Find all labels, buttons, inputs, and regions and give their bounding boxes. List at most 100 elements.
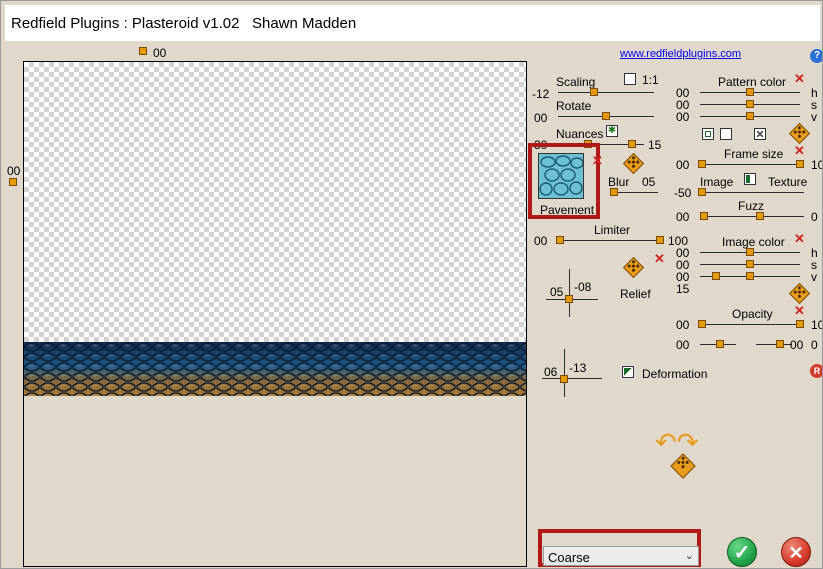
- quality-select[interactable]: Coarse ⌄: [543, 546, 699, 566]
- image-texture-toggle[interactable]: [744, 173, 756, 185]
- pattern-s-slider-knob[interactable]: [746, 100, 754, 108]
- ok-button[interactable]: ✓: [727, 537, 757, 567]
- deform-pad-vertical[interactable]: [564, 349, 565, 397]
- frame-size-slider-track[interactable]: [700, 164, 804, 165]
- preview-left-slider-knob[interactable]: [9, 178, 17, 186]
- opacity2-slider-knob-a[interactable]: [716, 340, 724, 348]
- pattern-v-slider-knob[interactable]: [746, 112, 754, 120]
- relief-y-value: -08: [574, 280, 592, 294]
- image-color-label: Image color: [722, 235, 785, 249]
- mode-option-2-checkbox[interactable]: [720, 128, 732, 140]
- nuances-right-value: 15: [648, 138, 662, 152]
- stone-texture-strip: [24, 342, 526, 396]
- nuances-checkbox[interactable]: ✱: [606, 125, 618, 137]
- color-random-dice-icon[interactable]: [788, 122, 811, 145]
- scaling-slider-knob[interactable]: [590, 88, 598, 96]
- limiter-label: Limiter: [594, 223, 631, 237]
- mode-option-3-checkbox[interactable]: [754, 128, 766, 140]
- opacity2-max-value: 00: [790, 338, 804, 352]
- pattern-v-value: 00: [676, 110, 690, 124]
- image-texture-slider-knob[interactable]: [698, 188, 706, 196]
- fuzz-slider-track[interactable]: [700, 216, 804, 217]
- image-h-slider-knob[interactable]: [746, 248, 754, 256]
- preview-top-slider-knob[interactable]: [139, 47, 147, 55]
- title-bar: Redfield Plugins : Plasteroid v1.02 Shaw…: [5, 5, 820, 41]
- pattern-color-reset-icon[interactable]: ✕: [794, 72, 805, 85]
- fuzz-label: Fuzz: [738, 199, 765, 213]
- image-v-slider-knob-a[interactable]: [712, 272, 720, 280]
- limiter-min-value: 00: [534, 234, 548, 248]
- scaling-value: -12: [532, 87, 550, 101]
- opacity-reset-icon[interactable]: ✕: [794, 304, 805, 317]
- opacity-slider-knob-max[interactable]: [796, 320, 804, 328]
- ratio-1-1-checkbox[interactable]: [624, 73, 636, 85]
- relief-x-value: 05: [550, 285, 564, 299]
- main-panel: 00 00 www.redfieldplugins.com ? Scaling …: [5, 41, 822, 567]
- scaling-slider-track[interactable]: [558, 92, 654, 93]
- quality-select-value: Coarse: [548, 550, 590, 565]
- pattern-color-label: Pattern color: [718, 75, 787, 89]
- undo-redo-arrows-icon[interactable]: ↶↷: [655, 429, 699, 455]
- deform-pad-horizontal[interactable]: [542, 378, 602, 379]
- blur-value: 05: [642, 175, 656, 189]
- texture-thumbnail[interactable]: [538, 153, 584, 199]
- relief-side-value: 15: [676, 282, 690, 296]
- texture-label: Texture: [768, 175, 808, 189]
- image-texture-value: -50: [674, 186, 692, 200]
- website-link[interactable]: www.redfieldplugins.com: [620, 48, 741, 60]
- opacity2-slider-knob-b[interactable]: [776, 340, 784, 348]
- mode-option-1-checkbox[interactable]: [702, 128, 714, 140]
- pattern-v-label: v: [811, 110, 817, 124]
- frame-size-max-value: 10: [811, 158, 822, 172]
- image-color-random-dice-icon[interactable]: [788, 282, 811, 305]
- image-v-slider-knob-b[interactable]: [746, 272, 754, 280]
- help-icon[interactable]: ?: [810, 49, 822, 63]
- rotate-label: Rotate: [556, 99, 592, 113]
- deform-pad-knob[interactable]: [560, 375, 568, 383]
- blur-label: Blur: [608, 175, 630, 189]
- pavement-texture-icon: [539, 154, 583, 198]
- cancel-button[interactable]: ✕: [781, 537, 811, 567]
- opacity-min-value: 00: [676, 318, 690, 332]
- deformation-label: Deformation: [642, 367, 708, 381]
- image-s-slider-knob[interactable]: [746, 260, 754, 268]
- fuzz-slider-knob-b[interactable]: [756, 212, 764, 220]
- limiter-slider-track[interactable]: [558, 240, 662, 241]
- opacity2-end-value: 0: [811, 338, 818, 352]
- relief-reset-icon[interactable]: ✕: [654, 252, 665, 265]
- texture-random-dice-icon[interactable]: [622, 152, 645, 175]
- texture-name: Pavement: [540, 203, 595, 217]
- rotate-value: 00: [534, 111, 548, 125]
- limiter-slider-knob-max[interactable]: [656, 236, 664, 244]
- relief-pad-knob[interactable]: [565, 295, 573, 303]
- rotate-slider-knob[interactable]: [602, 112, 610, 120]
- nuances-label: Nuances: [556, 127, 604, 141]
- deformation-checkbox[interactable]: [622, 366, 634, 378]
- nuances-slider-knob-b[interactable]: [628, 140, 636, 148]
- limiter-slider-knob-min[interactable]: [556, 236, 564, 244]
- relief-random-dice-icon[interactable]: [622, 256, 645, 279]
- random-all-dice-icon[interactable]: [670, 453, 696, 479]
- image-texture-slider-track[interactable]: [700, 192, 804, 193]
- image-color-reset-icon[interactable]: ✕: [794, 232, 805, 245]
- frame-size-slider-knob-max[interactable]: [796, 160, 804, 168]
- opacity-label: Opacity: [732, 307, 773, 321]
- opacity-slider-track[interactable]: [700, 324, 804, 325]
- fuzz-slider-knob-a[interactable]: [700, 212, 708, 220]
- frame-size-slider-knob-min[interactable]: [698, 160, 706, 168]
- fuzz-max-value: 0: [811, 210, 818, 224]
- reset-icon[interactable]: R: [810, 364, 822, 378]
- scaling-label: Scaling: [556, 75, 596, 89]
- preview-left-value: 00: [7, 164, 21, 178]
- blur-slider-knob[interactable]: [610, 188, 618, 196]
- texture-clear-icon[interactable]: ✕: [592, 154, 603, 167]
- relief-pad-vertical[interactable]: [569, 269, 570, 317]
- window-title: Redfield Plugins : Plasteroid v1.02 Shaw…: [11, 15, 357, 32]
- preview-frame[interactable]: [23, 61, 527, 567]
- opacity2-slider-track-b[interactable]: [756, 344, 792, 345]
- frame-size-reset-icon[interactable]: ✕: [794, 144, 805, 157]
- opacity-slider-knob-min[interactable]: [698, 320, 706, 328]
- image-label: Image: [700, 175, 734, 189]
- chevron-down-icon: ⌄: [684, 550, 694, 562]
- pattern-h-slider-knob[interactable]: [746, 88, 754, 96]
